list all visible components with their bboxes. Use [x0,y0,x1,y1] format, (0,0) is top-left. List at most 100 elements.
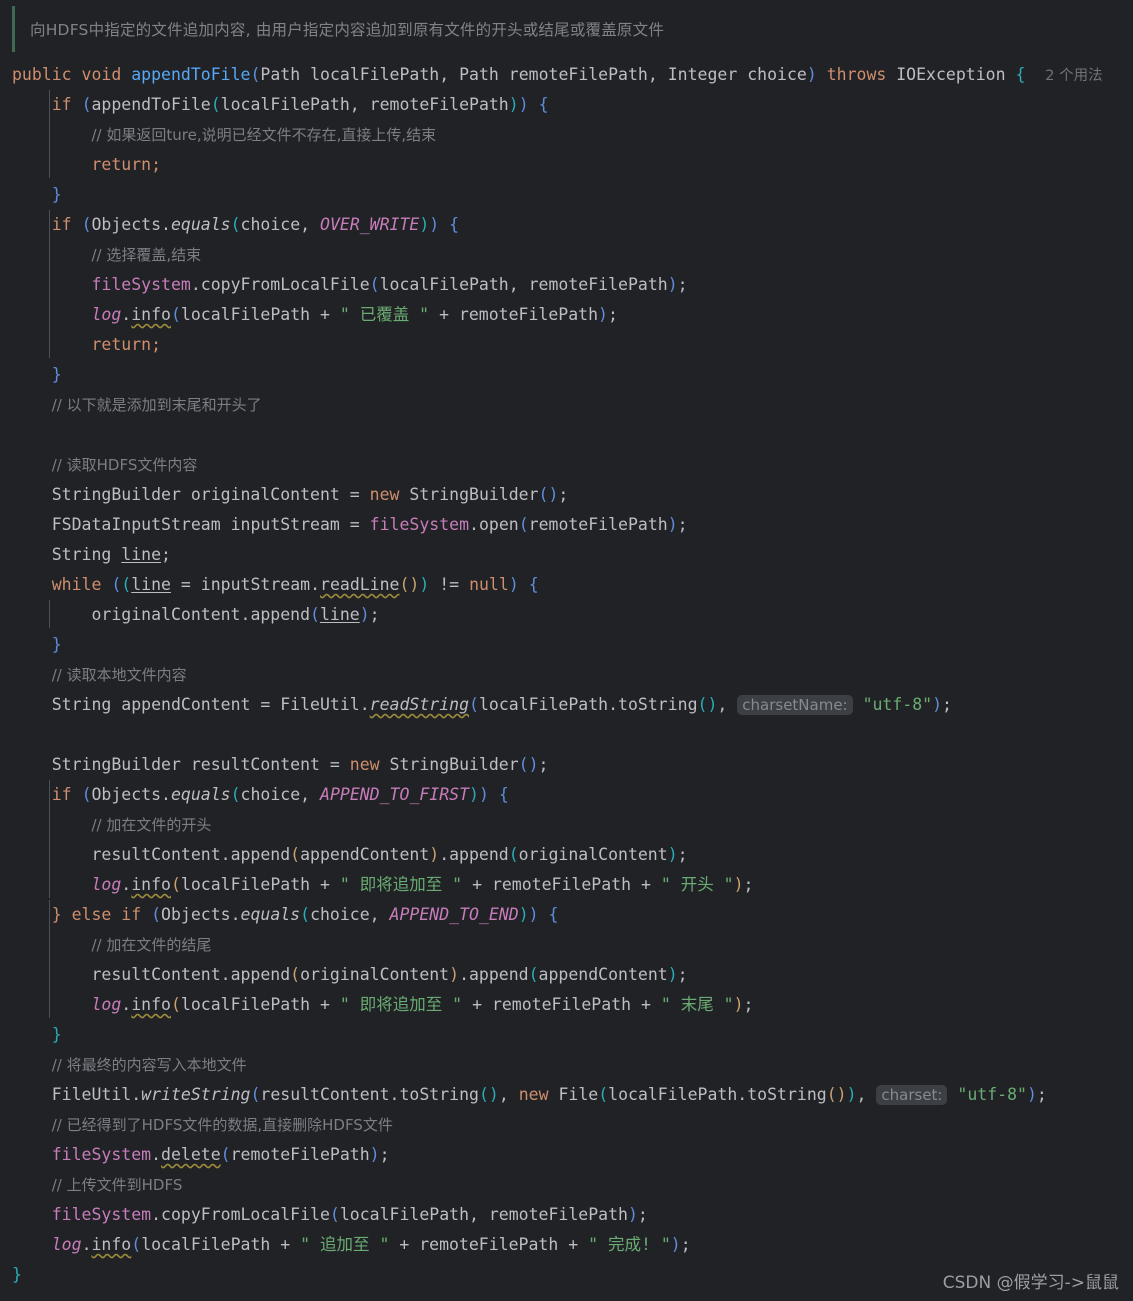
doc-comment-accent-bar [12,6,15,52]
code-line: log.info(localFilePath + " 即将追加至 " + rem… [91,875,754,894]
variable: inputStream [230,515,340,534]
code-editor[interactable]: 向HDFS中指定的文件追加内容, 由用户指定内容追加到原有文件的开头或结尾或覆盖… [0,0,1133,1301]
parameter-name-hint: charset: [876,1085,948,1105]
new-keyword: new [349,755,380,774]
paren-close: ) [806,65,817,84]
parameter-name-hint: charsetName: [737,695,853,715]
paren: ) [932,695,943,714]
comment-text: // 加在文件的开头 [91,816,212,834]
paren: ( [121,575,132,594]
string-literal: "utf-8" [957,1085,1027,1104]
operator: = [180,575,191,594]
field-ref: fileSystem [91,275,191,294]
new-keyword: new [369,485,400,504]
comma: , [469,1205,489,1224]
type-ref: FSDataInputStream [51,515,221,534]
open-brace: { [449,215,460,234]
code-line-comment: // 以下就是添加到末尾和开头了 [0,390,1133,420]
code-line: fileSystem.copyFromLocalFile(localFilePa… [91,275,688,294]
close-brace: } [51,185,62,204]
return-type-keyword: void [81,65,122,84]
operator: + [640,875,651,894]
variable: resultContent [91,845,221,864]
exception-type: IOException [896,65,1006,84]
argument: localFilePath [339,1205,469,1224]
method-call: toString [618,695,698,714]
open-brace: { [528,575,539,594]
string-literal: " 开头 " [660,875,734,894]
variable: originalContent [91,605,241,624]
paren: ) [670,1235,681,1254]
method-call: copyFromLocalFile [200,275,370,294]
method-call: append [230,845,291,864]
method-call: copyFromLocalFile [161,1205,330,1224]
string-literal: " 即将追加至 " [339,875,463,894]
else-if-keyword: } else if [51,905,142,924]
paren: ( [230,215,241,234]
paren: () [478,1085,499,1104]
argument: remoteFilePath [369,95,509,114]
argument: localFilePath [379,275,509,294]
string-literal: " 完成! " [588,1235,671,1254]
code-line-comment: // 加在文件的结尾 [0,930,1133,960]
argument: appendContent [300,845,430,864]
method-call: append [469,965,529,984]
argument: localFilePath [180,995,311,1014]
paren: ) [667,515,678,534]
paren: () [826,1085,847,1104]
comma: , [508,275,529,294]
code-content[interactable]: public void appendToFile(Path localFileP… [0,58,1133,1290]
local-variable: line [121,545,162,564]
operator: + [568,1235,579,1254]
code-line: originalContent.append(line); [91,605,380,624]
code-line: fileSystem.delete(remoteFilePath); [51,1145,390,1164]
paren: ) [429,215,440,234]
paren: ) [369,1145,380,1164]
argument: originalContent [300,965,450,984]
argument: resultContent [260,1085,390,1104]
operator: + [640,995,651,1014]
null-keyword: null [469,575,509,594]
type-ref: StringBuilder [389,755,519,774]
open-brace: { [498,785,509,804]
local-variable: line [131,575,171,594]
new-keyword: new [518,1085,549,1104]
operator: + [472,995,482,1014]
class-ref: Objects [91,785,162,804]
method-call: open [478,515,519,534]
class-ref: Objects [91,215,162,234]
static-method: readString [369,695,470,714]
code-line: resultContent.append(originalContent).ap… [91,965,688,984]
method-call: info [131,305,171,324]
param-name: choice [747,65,807,84]
code-line: fileSystem.copyFromLocalFile(localFilePa… [51,1205,648,1224]
usages-hint[interactable]: 2 个用法 [1045,68,1102,84]
paren: ( [310,605,320,624]
operator: = [329,755,340,774]
type-ref: StringBuilder [51,485,181,504]
field-ref: fileSystem [369,515,470,534]
operator: = [349,485,360,504]
paren: ) [469,785,479,804]
operator: + [320,305,330,324]
argument: localFilePath [478,695,609,714]
comment-text: // 选择覆盖,结束 [91,246,202,264]
paren: ( [210,95,221,114]
paren: ( [290,845,301,864]
argument: remoteFilePath [491,995,632,1014]
paren: ( [81,215,92,234]
logger-ref: log [91,995,122,1014]
argument: choice [240,215,301,234]
paren: ) [359,605,370,624]
comma: , [498,1085,509,1104]
doc-comment-block: 向HDFS中指定的文件追加内容, 由用户指定内容追加到原有文件的开头或结尾或覆盖… [0,0,1133,58]
code-line: log.info(localFilePath + " 即将追加至 " + rem… [91,995,754,1014]
separator: , [439,65,460,84]
paren: ( [81,95,92,114]
paren: () [399,575,420,594]
open-brace: { [548,905,559,924]
class-ref: Objects [161,905,231,924]
paren: ) [1026,1085,1037,1104]
paren: ) [667,275,678,294]
